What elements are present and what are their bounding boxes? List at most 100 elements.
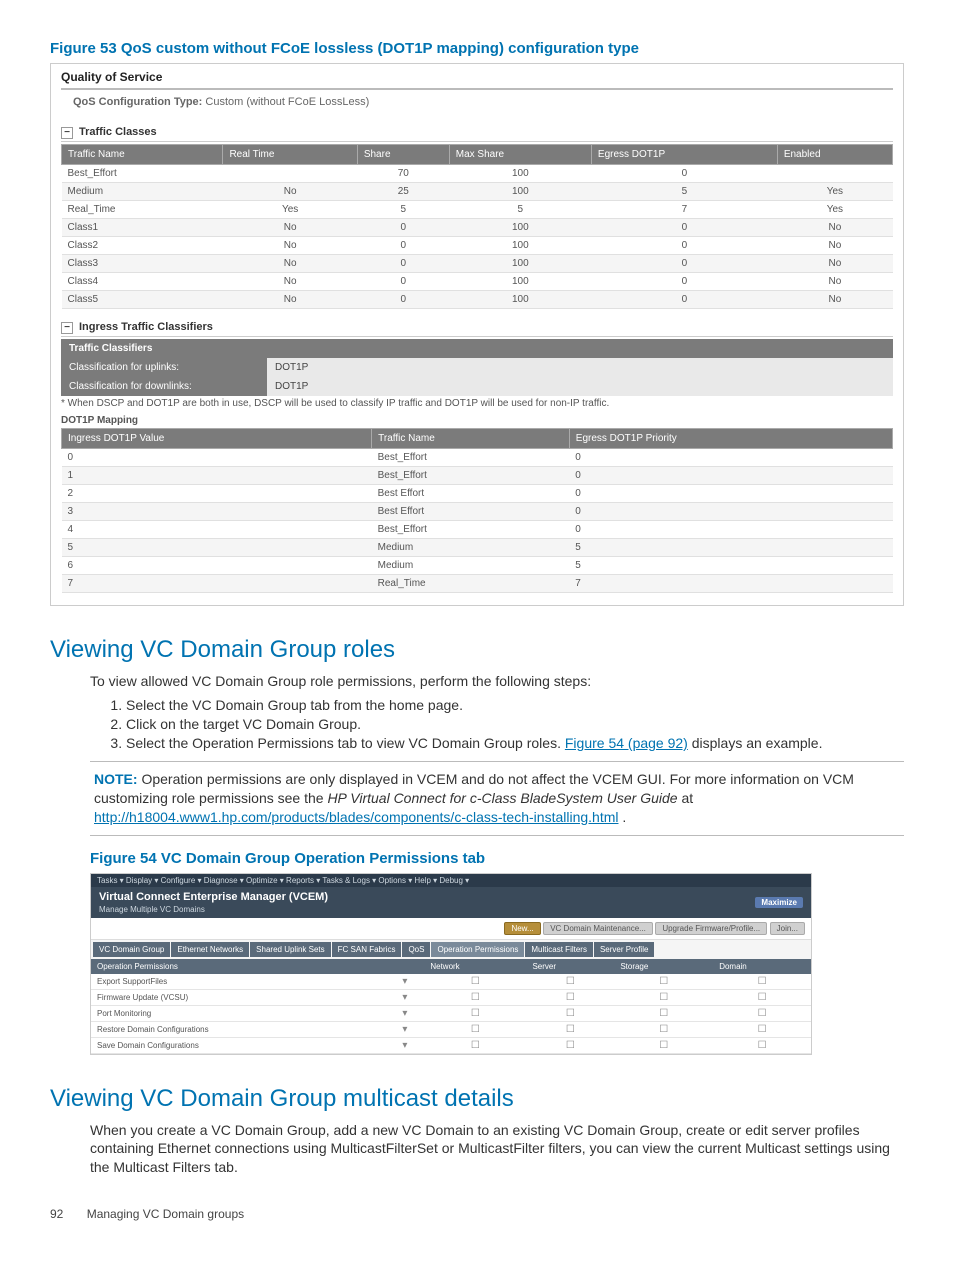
table-row: Save Domain Configurations▾☐☐☐☐: [91, 1037, 811, 1053]
tab-server-profile[interactable]: Server Profile: [594, 942, 654, 957]
permission-checkbox[interactable]: ☐: [424, 1037, 526, 1053]
expand-icon[interactable]: ▾: [396, 989, 424, 1005]
tab-operation-permissions[interactable]: Operation Permissions: [431, 942, 524, 957]
section-roles-heading: Viewing VC Domain Group roles: [50, 636, 904, 664]
permission-checkbox[interactable]: ☐: [614, 989, 713, 1005]
table-cell: 4: [62, 521, 372, 539]
table-cell: No: [223, 273, 357, 291]
permission-checkbox[interactable]: ☐: [713, 1021, 811, 1037]
table-header: Enabled: [777, 145, 892, 165]
maximize-button[interactable]: Maximize: [755, 897, 803, 908]
table-cell: 0: [357, 219, 449, 237]
table-cell: 100: [449, 255, 591, 273]
step-3-text: Select the Operation Permissions tab to …: [126, 735, 565, 751]
table-cell: No: [223, 219, 357, 237]
qos-config-label: QoS Configuration Type:: [73, 96, 202, 108]
tabs-row: VC Domain GroupEthernet NetworksShared U…: [91, 940, 811, 959]
table-cell: 0: [591, 237, 777, 255]
permission-checkbox[interactable]: ☐: [424, 989, 526, 1005]
figure54-link[interactable]: Figure 54 (page 92): [565, 735, 688, 751]
table-row: Class1No01000No: [62, 219, 893, 237]
permission-checkbox[interactable]: ☐: [526, 974, 614, 990]
figure54-screenshot: Tasks ▾ Display ▾ Configure ▾ Diagnose ▾…: [90, 873, 812, 1055]
table-cell: 0: [357, 273, 449, 291]
table-cell: Class1: [62, 219, 223, 237]
table-row: 3Best Effort0: [62, 503, 893, 521]
permission-checkbox[interactable]: ☐: [614, 1021, 713, 1037]
tab-multicast-filters[interactable]: Multicast Filters: [525, 942, 593, 957]
table-header: [396, 959, 424, 974]
app-title: Virtual Connect Enterprise Manager (VCEM…: [99, 891, 328, 903]
table-row: Class4No01000No: [62, 273, 893, 291]
permission-checkbox[interactable]: ☐: [614, 974, 713, 990]
table-header: Domain: [713, 959, 811, 974]
permission-checkbox[interactable]: ☐: [424, 974, 526, 990]
table-cell: 3: [62, 503, 372, 521]
expand-icon[interactable]: ▾: [396, 1037, 424, 1053]
table-cell: Best_Effort: [372, 467, 570, 485]
permission-checkbox[interactable]: ☐: [424, 1005, 526, 1021]
permission-checkbox[interactable]: ☐: [713, 1037, 811, 1053]
dot1p-mapping-table: Ingress DOT1P ValueTraffic NameEgress DO…: [61, 428, 893, 593]
table-row: Class2No01000No: [62, 237, 893, 255]
perm-label: Port Monitoring: [91, 1005, 396, 1021]
table-cell: Yes: [777, 183, 892, 201]
table-header: Egress DOT1P: [591, 145, 777, 165]
permission-checkbox[interactable]: ☐: [526, 1037, 614, 1053]
roles-steps: Select the VC Domain Group tab from the …: [110, 697, 904, 751]
table-cell: Medium: [372, 557, 570, 575]
top-menubar[interactable]: Tasks ▾ Display ▾ Configure ▾ Diagnose ▾…: [91, 874, 811, 887]
table-cell: 2: [62, 485, 372, 503]
qos-panel-title: Quality of Service: [61, 70, 893, 90]
permission-checkbox[interactable]: ☐: [713, 989, 811, 1005]
table-row: 6Medium5: [62, 557, 893, 575]
figure54-caption: Figure 54 VC Domain Group Operation Perm…: [90, 850, 904, 867]
table-cell: 5: [591, 183, 777, 201]
expand-icon[interactable]: ▾: [396, 974, 424, 990]
table-cell: 0: [569, 467, 892, 485]
expand-icon[interactable]: ▾: [396, 1021, 424, 1037]
permission-checkbox[interactable]: ☐: [614, 1005, 713, 1021]
table-cell: Yes: [223, 201, 357, 219]
permission-checkbox[interactable]: ☐: [526, 1005, 614, 1021]
tab-qos[interactable]: QoS: [402, 942, 430, 957]
table-cell: 0: [357, 291, 449, 309]
permission-checkbox[interactable]: ☐: [424, 1021, 526, 1037]
upgrade-button[interactable]: Upgrade Firmware/Profile...: [655, 922, 767, 935]
table-cell: Best Effort: [372, 485, 570, 503]
tab-ethernet-networks[interactable]: Ethernet Networks: [171, 942, 249, 957]
permission-checkbox[interactable]: ☐: [526, 989, 614, 1005]
maintenance-button[interactable]: VC Domain Maintenance...: [543, 922, 653, 935]
permission-checkbox[interactable]: ☐: [526, 1021, 614, 1037]
join-button[interactable]: Join...: [770, 922, 805, 935]
qos-config-type: QoS Configuration Type: Custom (without …: [73, 96, 887, 108]
tab-shared-uplink-sets[interactable]: Shared Uplink Sets: [250, 942, 330, 957]
note-link[interactable]: http://h18004.www1.hp.com/products/blade…: [94, 809, 618, 825]
tab-fc-san-fabrics[interactable]: FC SAN Fabrics: [332, 942, 402, 957]
table-cell: 5: [357, 201, 449, 219]
table-cell: Best_Effort: [62, 165, 223, 183]
table-row: Best_Effort701000: [62, 165, 893, 183]
permission-checkbox[interactable]: ☐: [713, 974, 811, 990]
step-3: Select the Operation Permissions tab to …: [126, 735, 904, 751]
expand-icon[interactable]: ▾: [396, 1005, 424, 1021]
tab-vc-domain-group[interactable]: VC Domain Group: [93, 942, 170, 957]
table-cell: 5: [569, 557, 892, 575]
chapter-title: Managing VC Domain groups: [87, 1207, 244, 1221]
table-cell: 100: [449, 165, 591, 183]
permission-checkbox[interactable]: ☐: [614, 1037, 713, 1053]
table-header: Share: [357, 145, 449, 165]
permission-checkbox[interactable]: ☐: [713, 1005, 811, 1021]
ingress-header[interactable]: Ingress Traffic Classifiers: [61, 321, 893, 337]
table-cell: Class3: [62, 255, 223, 273]
table-cell: 100: [449, 183, 591, 201]
table-cell: 7: [62, 575, 372, 593]
table-row: Class5No01000No: [62, 291, 893, 309]
new-button[interactable]: New...: [504, 922, 540, 935]
table-cell: Best Effort: [372, 503, 570, 521]
figure53-screenshot: Quality of Service QoS Configuration Typ…: [50, 63, 904, 606]
table-cell: Medium: [372, 539, 570, 557]
table-cell: 5: [62, 539, 372, 557]
traffic-classes-header[interactable]: Traffic Classes: [61, 126, 893, 142]
table-header: Storage: [614, 959, 713, 974]
